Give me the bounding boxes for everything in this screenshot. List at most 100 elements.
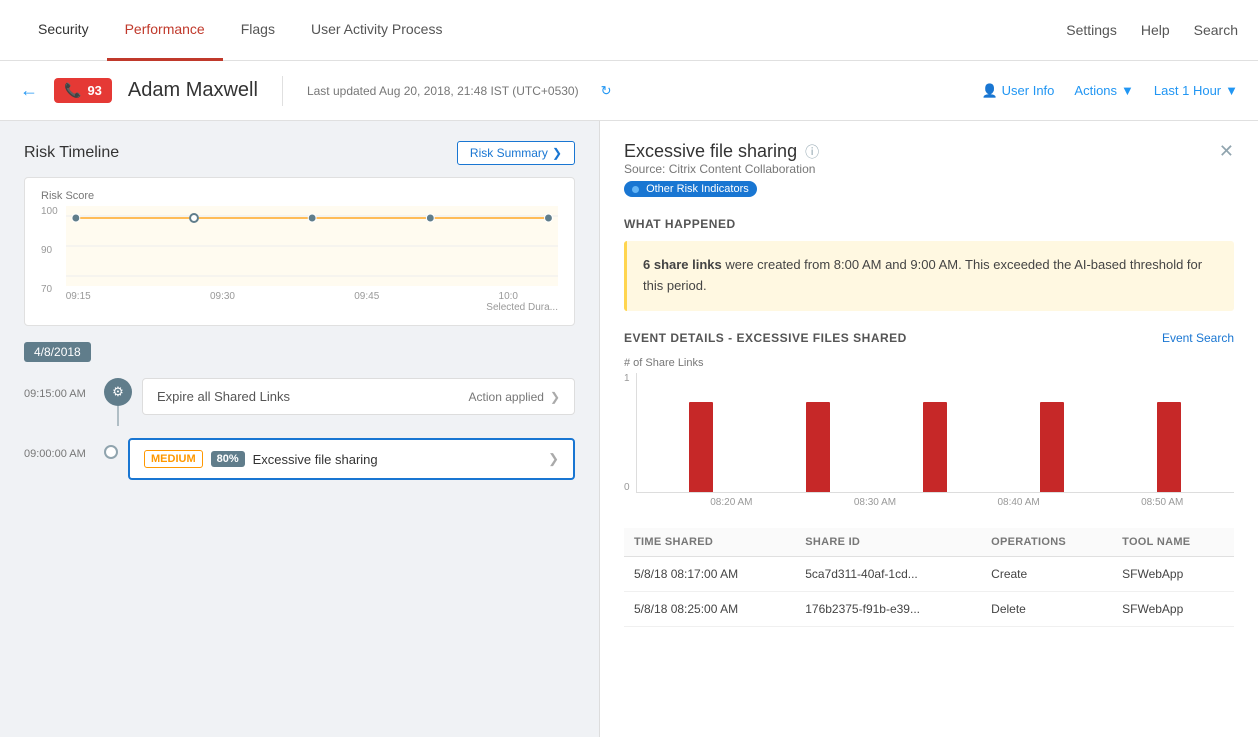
nav-right: Settings Help Search <box>1066 22 1238 38</box>
nav-left: Security Performance Flags User Activity… <box>20 0 460 61</box>
nav-search[interactable]: Search <box>1194 22 1238 38</box>
date-badge: 4/8/2018 <box>24 342 91 362</box>
event-time-1: 09:15:00 AM <box>24 378 104 400</box>
col-tool-name: TOOL NAME <box>1112 528 1234 557</box>
user-icon: 👤 <box>981 83 997 99</box>
what-happened-title: WHAT HAPPENED <box>624 217 1234 231</box>
nav-help[interactable]: Help <box>1141 22 1170 38</box>
user-bar-actions: 👤 User Info Actions ▼ Last 1 Hour ▼ <box>981 83 1238 99</box>
table-row: 5/8/18 08:25:00 AM 176b2375-f91b-e39... … <box>624 591 1234 626</box>
panel-title: Excessive file sharing ⓘ <box>624 141 819 162</box>
bar-3 <box>923 402 947 492</box>
nav-item-security[interactable]: Security <box>20 0 107 61</box>
table-body: 5/8/18 08:17:00 AM 5ca7d311-40af-1cd... … <box>624 556 1234 626</box>
chevron-down-icon-time: ▼ <box>1225 83 1238 98</box>
cell-operations-1: Create <box>981 556 1112 591</box>
bar-4 <box>1040 402 1064 492</box>
chart-svg <box>66 206 558 286</box>
nav-settings[interactable]: Settings <box>1066 22 1117 38</box>
top-nav: Security Performance Flags User Activity… <box>0 0 1258 61</box>
circle-icon <box>104 445 118 459</box>
risk-timeline-title: Risk Timeline <box>24 144 119 162</box>
cell-share-id-2: 176b2375-f91b-e39... <box>795 591 981 626</box>
bar-chart-wrapper: 1 0 <box>624 373 1234 508</box>
timeline-connector-2 <box>104 438 118 459</box>
chart-area: 100 90 70 <box>41 206 558 313</box>
bar-1 <box>689 402 713 492</box>
event-time-2: 09:00:00 AM <box>24 438 104 460</box>
bar-chart-y-axis: 1 0 <box>624 373 630 493</box>
event-details-header: EVENT DETAILS - EXCESSIVE FILES SHARED E… <box>624 331 1234 345</box>
nav-item-performance[interactable]: Performance <box>107 0 223 61</box>
left-panel: Risk Timeline Risk Summary ❯ Risk Score … <box>0 121 600 737</box>
info-icon[interactable]: ⓘ <box>805 142 819 162</box>
risk-timeline-header: Risk Timeline Risk Summary ❯ <box>24 141 575 165</box>
risk-summary-button[interactable]: Risk Summary ❯ <box>457 141 575 165</box>
bar-chart-y-label: # of Share Links <box>624 357 1234 369</box>
event-label-1: Expire all Shared Links <box>157 389 290 404</box>
timeline-connector-1: ⚙ <box>104 378 132 426</box>
what-happened-rest: were created from 8:00 AM and 9:00 AM. T… <box>643 257 1202 293</box>
phone-icon: 📞 <box>64 82 81 99</box>
last-updated: Last updated Aug 20, 2018, 21:48 IST (UT… <box>307 84 579 98</box>
event-search-link[interactable]: Event Search <box>1162 331 1234 345</box>
col-time-shared: TIME SHARED <box>624 528 795 557</box>
risk-event-card[interactable]: MEDIUM 80% Excessive file sharing ❯ <box>128 438 575 480</box>
time-filter-button[interactable]: Last 1 Hour ▼ <box>1154 83 1238 98</box>
event-card-right-1: Action applied ❯ <box>469 390 560 404</box>
timeline-section: 4/8/2018 09:15:00 AM ⚙ Expire all Shared… <box>0 326 599 508</box>
user-name: Adam Maxwell <box>128 79 258 102</box>
right-panel: Excessive file sharing ⓘ Source: Citrix … <box>600 121 1258 737</box>
nav-item-user-activity[interactable]: User Activity Process <box>293 0 460 61</box>
cell-tool-1: SFWebApp <box>1112 556 1234 591</box>
bar-2 <box>806 402 830 492</box>
chart-y-label: Risk Score <box>41 190 558 202</box>
back-button[interactable]: ← <box>20 80 38 101</box>
nav-item-flags[interactable]: Flags <box>223 0 293 61</box>
cell-tool-2: SFWebApp <box>1112 591 1234 626</box>
timeline-event-risk: 09:00:00 AM MEDIUM 80% Excessive file sh… <box>24 438 575 480</box>
panel-header: Excessive file sharing ⓘ Source: Citrix … <box>624 141 1234 213</box>
nav-performance-label: Performance <box>125 21 205 37</box>
risk-timeline-section: Risk Timeline Risk Summary ❯ Risk Score … <box>0 121 599 326</box>
bar-chart-x-labels: 08:20 AM 08:30 AM 08:40 AM 08:50 AM <box>636 497 1234 508</box>
bar-5 <box>1157 402 1181 492</box>
bar-chart: # of Share Links 1 0 <box>624 357 1234 508</box>
timeline-events: 09:15:00 AM ⚙ Expire all Shared Links Ac… <box>24 378 575 480</box>
what-happened-box: 6 share links were created from 8:00 AM … <box>624 241 1234 311</box>
nav-security-label: Security <box>38 21 89 37</box>
chart-x-labels: 09:15 09:30 09:45 10:0 <box>66 291 558 302</box>
main-content: Risk Timeline Risk Summary ❯ Risk Score … <box>0 121 1258 737</box>
chart-selected-duration: Selected Dura... <box>66 302 558 313</box>
chevron-right-icon: ❯ <box>552 146 562 160</box>
score-badge: 80% <box>211 451 245 467</box>
actions-button[interactable]: Actions ▼ <box>1074 83 1134 98</box>
risk-badge: 📞 93 <box>54 78 112 103</box>
chart-y-axis: 100 90 70 <box>41 206 58 313</box>
user-info-button[interactable]: 👤 User Info <box>981 83 1054 99</box>
col-share-id: SHARE ID <box>795 528 981 557</box>
cell-share-id-1: 5ca7d311-40af-1cd... <box>795 556 981 591</box>
chevron-down-icon: ▼ <box>1121 83 1134 98</box>
cell-time-1: 5/8/18 08:17:00 AM <box>624 556 795 591</box>
risk-chart: Risk Score 100 90 70 <box>24 177 575 326</box>
refresh-icon[interactable]: ↻ <box>601 83 612 99</box>
col-operations: OPERATIONS <box>981 528 1112 557</box>
table-row: 5/8/18 08:17:00 AM 5ca7d311-40af-1cd... … <box>624 556 1234 591</box>
chevron-right-icon-1: ❯ <box>550 390 560 404</box>
share-links-count: 6 share links <box>643 257 722 272</box>
nav-user-activity-label: User Activity Process <box>311 21 442 37</box>
badge-dot <box>632 186 639 193</box>
nav-flags-label: Flags <box>241 21 275 37</box>
source-text: Source: Citrix Content Collaboration <box>624 162 819 176</box>
timeline-event-action: 09:15:00 AM ⚙ Expire all Shared Links Ac… <box>24 378 575 426</box>
cell-time-2: 5/8/18 08:25:00 AM <box>624 591 795 626</box>
chart-main: 09:15 09:30 09:45 10:0 Selected Dura... <box>66 206 558 313</box>
gear-icon: ⚙ <box>104 378 132 406</box>
event-card-action[interactable]: Expire all Shared Links Action applied ❯ <box>142 378 575 415</box>
close-button[interactable]: ✕ <box>1219 141 1234 162</box>
user-bar: ← 📞 93 Adam Maxwell Last updated Aug 20,… <box>0 61 1258 121</box>
medium-badge: MEDIUM <box>144 450 203 468</box>
event-table: TIME SHARED SHARE ID OPERATIONS TOOL NAM… <box>624 528 1234 627</box>
risk-score: 93 <box>87 83 101 98</box>
